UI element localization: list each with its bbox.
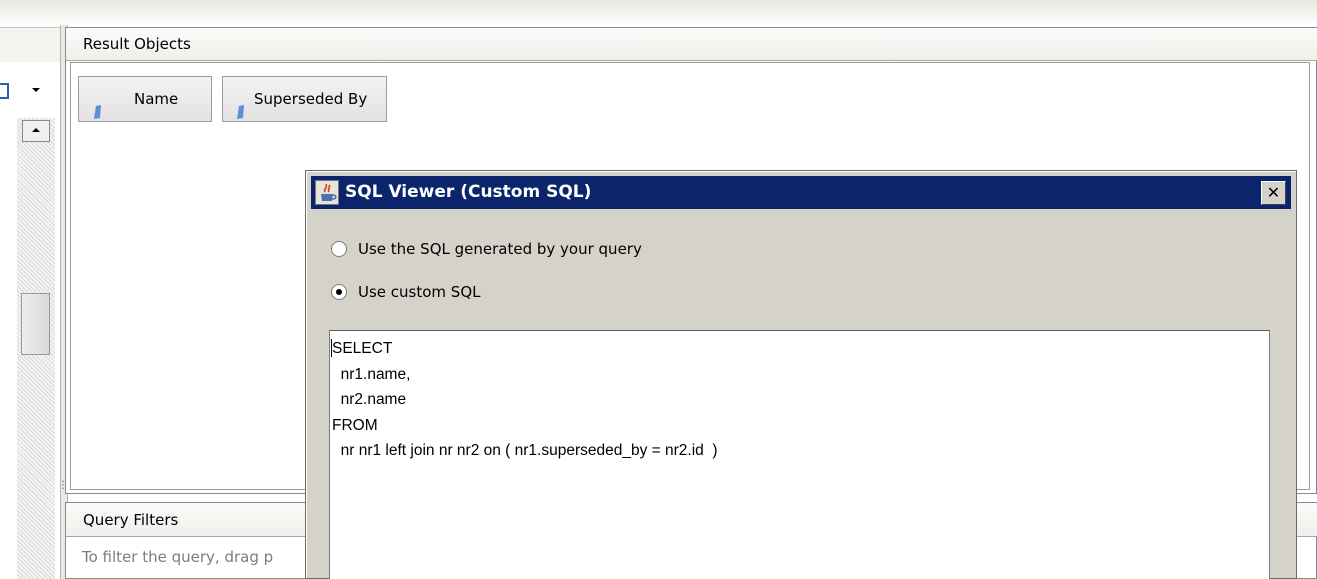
radio-generated-sql[interactable] — [331, 241, 347, 257]
chevron-down-icon[interactable] — [28, 84, 44, 98]
sql-editor-text[interactable]: SELECT nr1.name, nr2.name FROM nr nr1 le… — [332, 336, 718, 464]
result-object-name[interactable]: Name — [78, 76, 212, 122]
query-filters-hint: To filter the query, drag p — [82, 548, 274, 566]
radio-generated-sql-label[interactable]: Use the SQL generated by your query — [358, 239, 642, 259]
window-top-strip — [0, 0, 1317, 26]
scroll-up-arrow-icon — [32, 128, 40, 132]
left-panel-header — [0, 27, 63, 63]
result-objects-title: Result Objects — [66, 28, 1317, 61]
result-object-superseded-by[interactable]: Superseded By — [222, 76, 387, 122]
universe-icon[interactable] — [0, 82, 12, 100]
text-caret — [331, 339, 332, 357]
result-object-label: Superseded By — [254, 90, 368, 108]
dimension-icon — [94, 92, 102, 119]
close-icon: ✕ — [1266, 183, 1281, 202]
radio-selected-dot — [336, 289, 342, 295]
dimension-icon — [237, 92, 245, 119]
radio-custom-sql[interactable] — [331, 284, 347, 300]
close-button[interactable]: ✕ — [1261, 181, 1286, 205]
result-object-label: Name — [134, 90, 179, 108]
java-cup-icon — [315, 180, 339, 205]
scroll-up-button[interactable] — [22, 120, 50, 142]
dialog-title: SQL Viewer (Custom SQL) — [345, 182, 592, 202]
scrollbar-thumb[interactable] — [21, 293, 50, 355]
radio-custom-sql-label[interactable]: Use custom SQL — [358, 282, 480, 302]
